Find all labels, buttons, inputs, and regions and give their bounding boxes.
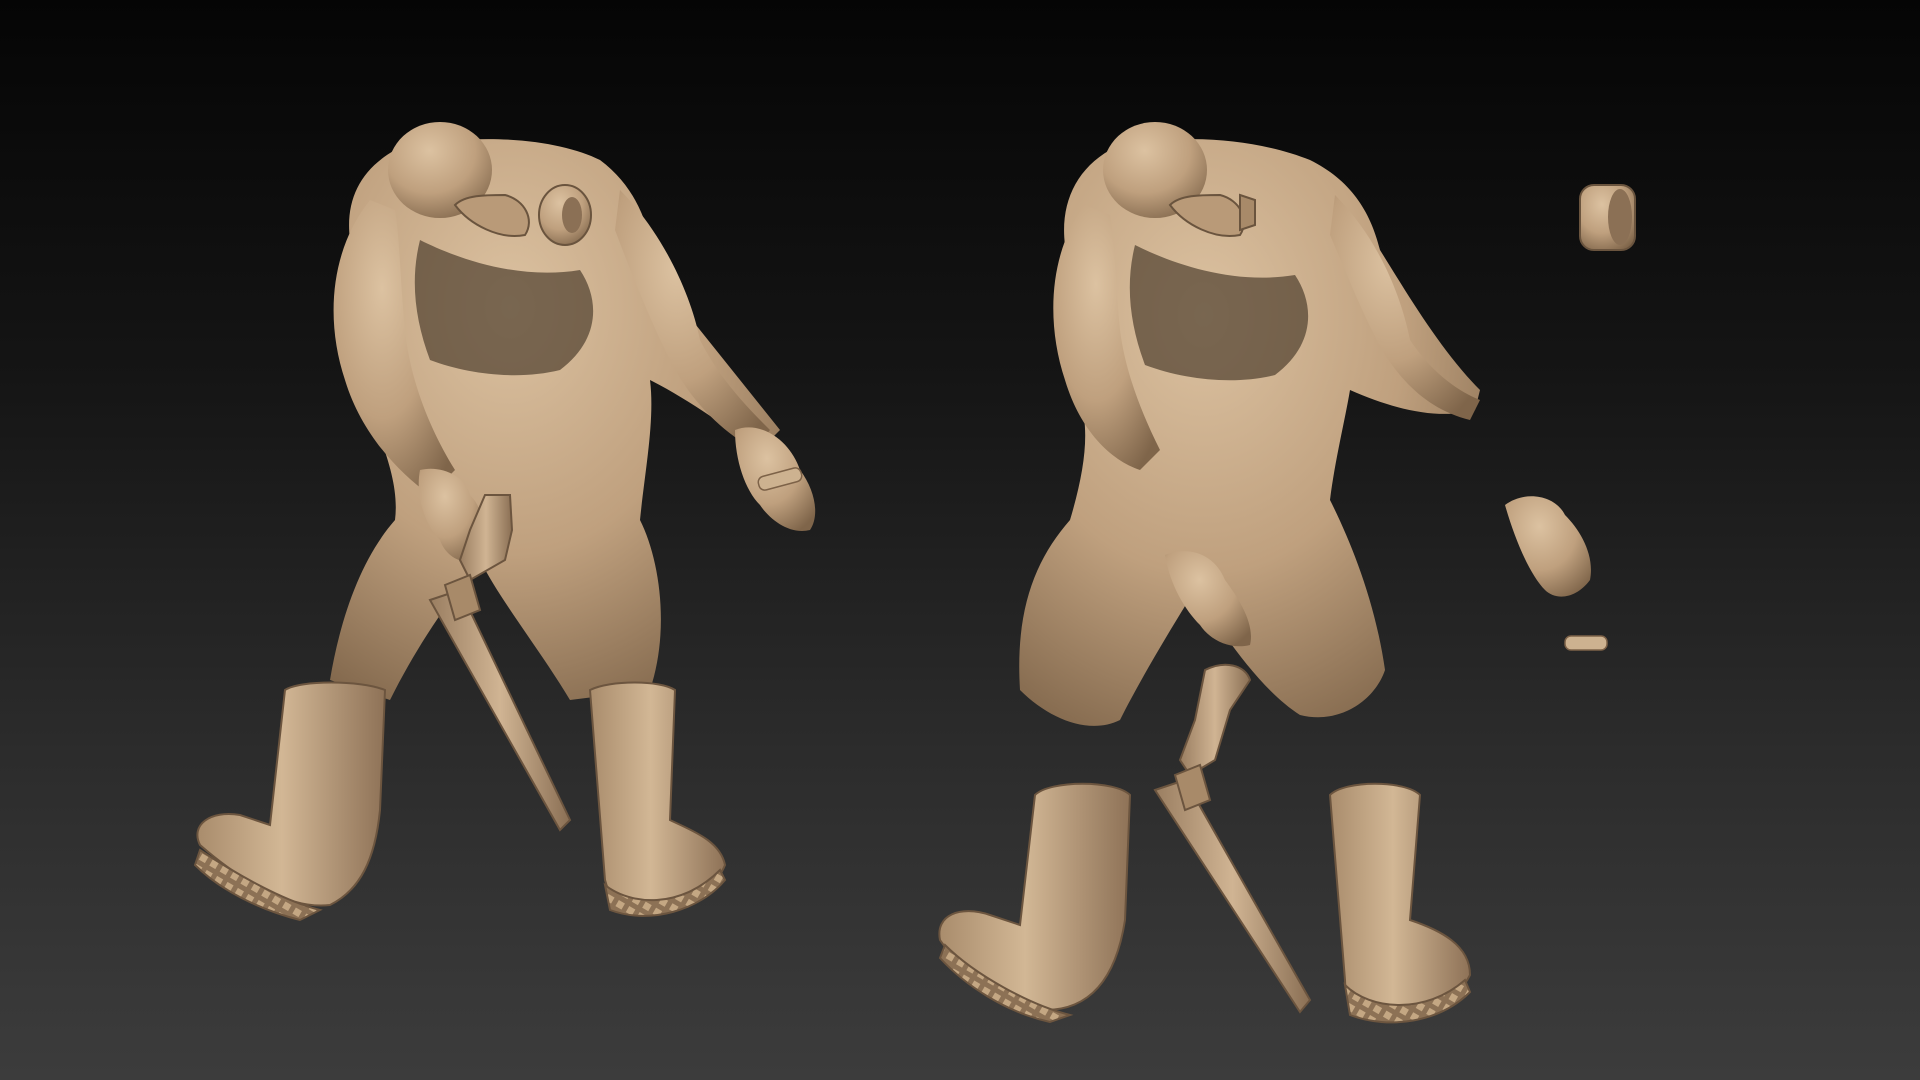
right-boot <box>1328 782 1472 1024</box>
viewport <box>0 0 1920 1080</box>
cartridge <box>1564 635 1608 651</box>
right-glove <box>1505 496 1591 597</box>
exploded-figure <box>938 122 1636 1024</box>
assembled-figure <box>193 122 816 922</box>
scene-canvas <box>193 122 1636 1024</box>
right-boot <box>588 681 727 917</box>
filter-canister <box>1579 184 1636 251</box>
left-boot <box>193 681 387 922</box>
shotgun <box>1153 663 1312 1014</box>
left-boot <box>938 782 1132 1024</box>
